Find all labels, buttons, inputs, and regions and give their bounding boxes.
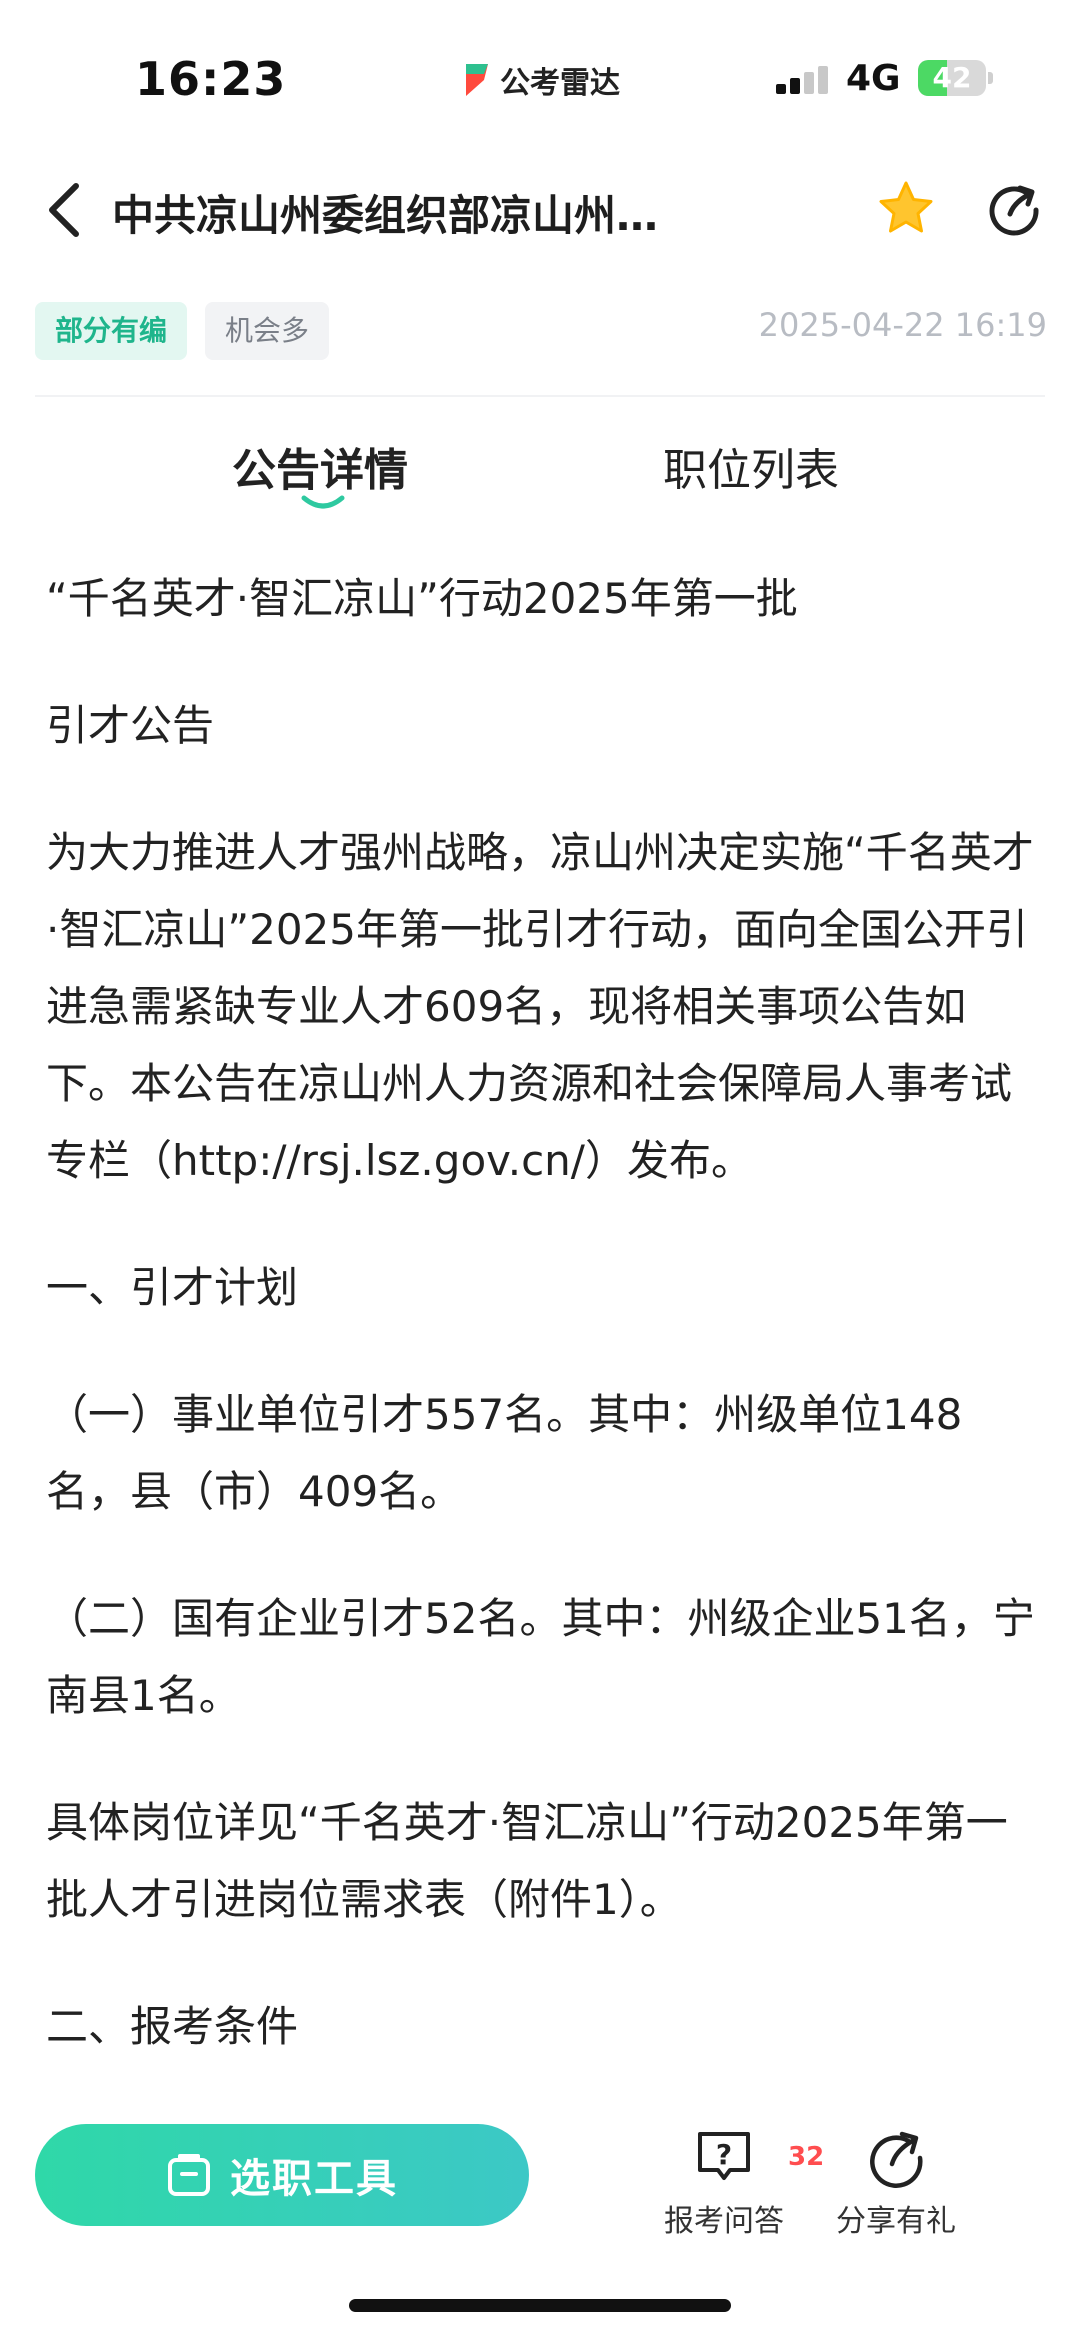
battery-indicator: 42 (918, 60, 986, 96)
share-gift-label: 分享有礼 (836, 2204, 956, 2239)
position-tool-label: 选职工具 (230, 2156, 398, 2202)
qa-button[interactable]: ? 32 报考问答 (644, 2124, 824, 2240)
tab-position-list[interactable]: 职位列表 (663, 434, 839, 498)
battery-level: 42 (932, 61, 972, 94)
content-paragraph: （二）国有企业引才52名。其中：州级企业51名，宁南县1名。 (46, 1594, 1035, 1720)
content-paragraph: 为大力推进人才强州战略，凉山州决定实施“千名英才·智汇凉山”2025年第一批引才… (46, 828, 1034, 1185)
app-logo-icon (466, 64, 488, 96)
tab-bar: 公告详情 职位列表 (0, 420, 1080, 520)
content-paragraph: 引才公告 (46, 701, 215, 750)
status-bar: 16:23 公考雷达 4G 42 (0, 0, 1080, 150)
qa-label: 报考问答 (664, 2204, 784, 2239)
share-gift-button[interactable]: 分享有礼 (816, 2124, 976, 2240)
status-time: 16:23 (135, 52, 287, 106)
bag-icon (168, 2154, 210, 2196)
page-title: 中共凉山州委组织部凉山州… (112, 191, 659, 240)
tab-active-indicator (301, 495, 345, 509)
tag-many-chances: 机会多 (205, 302, 330, 360)
question-bubble-icon: ? (698, 2132, 750, 2180)
divider (35, 395, 1045, 397)
tags: 部分有编 机会多 (35, 302, 330, 360)
home-indicator (349, 2299, 731, 2312)
svg-text:?: ? (716, 2138, 732, 2171)
network-type: 4G (846, 58, 901, 99)
tag-partial-quota: 部分有编 (35, 302, 188, 360)
content-paragraph: 具体岗位详见“千名英才·智汇凉山”行动2025年第一批人才引进岗位需求表（附件1… (46, 1798, 1008, 1924)
qa-icon-wrap: ? 32 (692, 2124, 824, 2188)
content-paragraph: 一、引才计划 (46, 1263, 299, 1312)
header: 中共凉山州委组织部凉山州… (0, 160, 1080, 260)
publish-time: 2025-04-22 16:19 (758, 306, 1047, 344)
content-paragraph: （一）事业单位引才557名。其中：州级单位148名，县（市）409名。 (46, 1390, 963, 1516)
app-name: 公考雷达 (500, 66, 620, 101)
share-icon-wrap (864, 2124, 928, 2188)
signal-icon (776, 66, 828, 94)
star-icon[interactable] (876, 178, 936, 238)
battery-cap (988, 72, 993, 84)
share-icon[interactable] (986, 180, 1042, 236)
tab-announcement-detail[interactable]: 公告详情 (232, 434, 408, 498)
announcement-content: “千名英才·智汇凉山”行动2025年第一批 引才公告 为大力推进人才强州战略，凉… (46, 560, 1036, 2115)
content-paragraph: “千名英才·智汇凉山”行动2025年第一批 (46, 574, 798, 623)
position-tool-button[interactable]: 选职工具 (35, 2124, 529, 2226)
share-icon (870, 2131, 923, 2188)
app-logo: 公考雷达 (462, 58, 620, 102)
back-icon[interactable] (44, 180, 84, 240)
